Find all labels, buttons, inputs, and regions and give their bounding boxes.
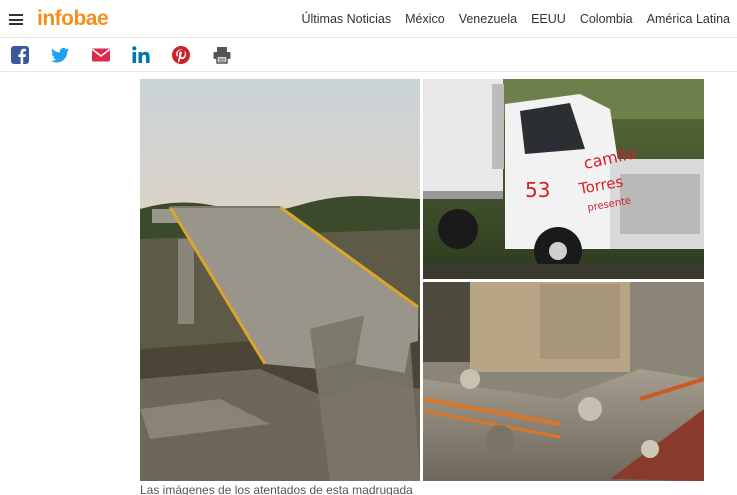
nav-item-mexico[interactable]: México [405, 12, 445, 26]
nav-item-eeuu[interactable]: EEUU [531, 12, 566, 26]
nav-item-america-latina[interactable]: América Latina [647, 12, 730, 26]
graffiti-number: 53 [525, 178, 550, 202]
linkedin-icon[interactable] [131, 45, 151, 65]
twitter-icon[interactable] [50, 45, 70, 65]
email-icon[interactable] [91, 45, 111, 65]
photo-collage-image: camilo Torres presente 53 [140, 79, 704, 481]
infobae-logo[interactable]: infobae [37, 7, 109, 31]
nav-item-venezuela[interactable]: Venezuela [459, 12, 517, 26]
print-icon[interactable] [212, 45, 232, 65]
section-nav: Últimas Noticias México Venezuela EEUU C… [301, 12, 730, 26]
vandalized-truck-photo: camilo Torres presente 53 [423, 79, 704, 279]
nav-item-ultimas-noticias[interactable]: Últimas Noticias [301, 12, 391, 26]
destroyed-structure-photo [422, 282, 704, 481]
pinterest-icon[interactable] [171, 45, 191, 65]
menu-icon[interactable] [9, 14, 23, 25]
share-bar [0, 38, 737, 72]
top-navigation-bar: infobae Últimas Noticias México Venezuel… [0, 0, 737, 38]
article-photo-collage: camilo Torres presente 53 [140, 79, 704, 481]
nav-item-colombia[interactable]: Colombia [580, 12, 633, 26]
collapsed-bridge-photo [140, 79, 420, 481]
facebook-icon[interactable] [10, 45, 30, 65]
photo-caption: Las imágenes de los atentados de esta ma… [140, 483, 413, 495]
